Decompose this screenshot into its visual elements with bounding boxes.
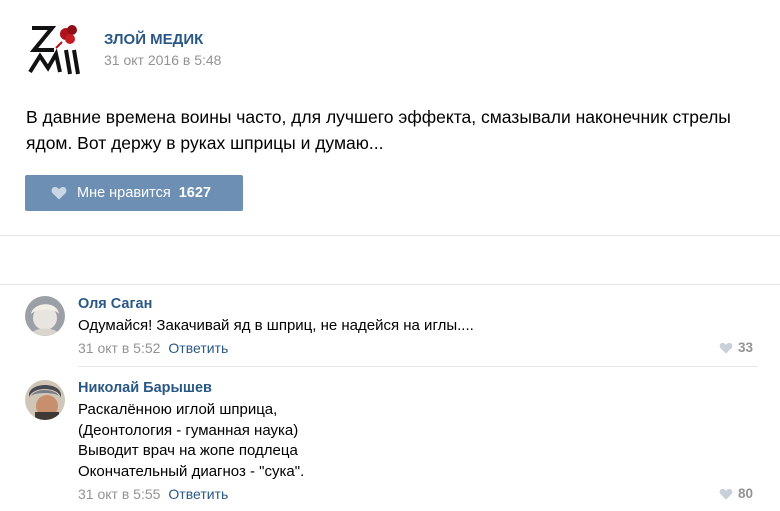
comment-like-button[interactable]: 33	[719, 340, 753, 355]
like-count: 1627	[178, 185, 211, 201]
comment-date[interactable]: 31 окт в 5:52	[78, 340, 160, 356]
like-label: Мне нравится	[77, 185, 171, 201]
reply-link[interactable]: Ответить	[168, 340, 228, 356]
post-author-link[interactable]: ЗЛОЙ МЕДИК	[104, 31, 203, 48]
comment-author-link[interactable]: Николай Барышев	[78, 380, 212, 396]
heart-icon	[719, 342, 733, 354]
avatar[interactable]	[25, 380, 65, 420]
comment-like-count: 33	[737, 340, 753, 355]
comment-like-button[interactable]: 80	[719, 486, 753, 501]
post-footer-band	[0, 236, 780, 284]
avatar[interactable]	[25, 296, 65, 336]
comment-date[interactable]: 31 окт в 5:55	[78, 486, 160, 502]
divider	[78, 366, 758, 367]
reply-link[interactable]: Ответить	[168, 486, 228, 502]
comment-text-line: Окончательный диагноз - "сука".	[78, 462, 305, 480]
comment-like-count: 80	[737, 486, 753, 501]
comment-text-line: Одумайся! Закачивай яд в шприц, не надей…	[78, 317, 474, 334]
community-logo[interactable]	[26, 20, 82, 76]
like-button[interactable]: Мне нравится 1627	[25, 175, 243, 211]
heart-icon	[719, 488, 733, 500]
comment-text-line: (Деонтология - гуманная наука)	[78, 421, 299, 439]
comment-meta: 31 окт в 5:55 Ответить	[78, 486, 228, 502]
comment-text-line: Выводит врач на жопе подлеца	[78, 442, 298, 459]
comment-author-link[interactable]: Оля Саган	[78, 296, 152, 312]
heart-icon	[51, 186, 67, 200]
comment-text-line: Раскалённою иглой шприца,	[78, 401, 278, 418]
divider	[0, 284, 780, 285]
comment-meta: 31 окт в 5:52 Ответить	[78, 340, 228, 356]
post-date[interactable]: 31 окт 2016 в 5:48	[104, 52, 221, 68]
post-text: В давние времена воины часто, для лучшег…	[26, 107, 731, 153]
